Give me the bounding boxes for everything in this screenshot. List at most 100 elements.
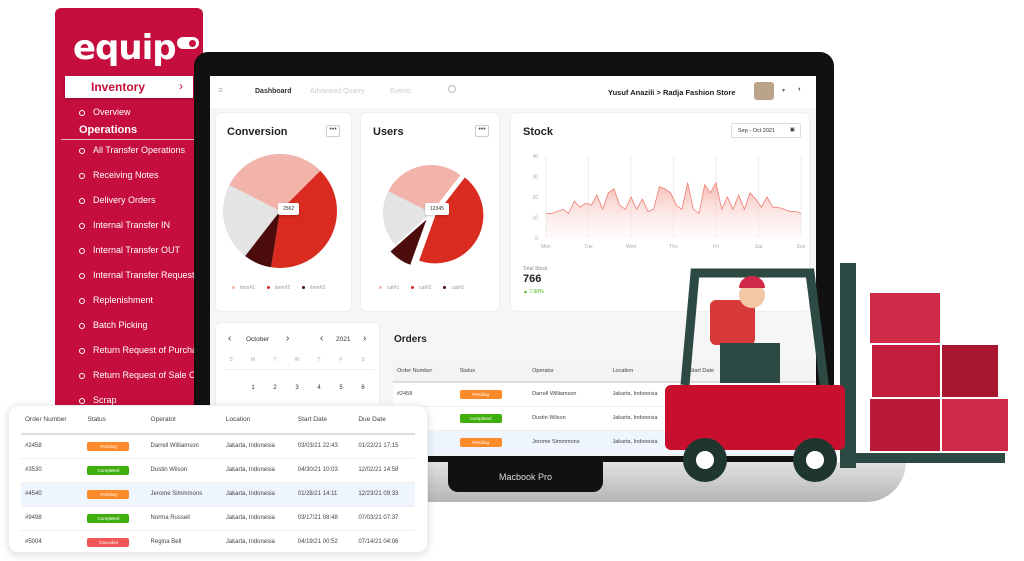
tab-dashboard[interactable]: Dashboard [255,88,292,95]
column-header: Operator [146,406,222,435]
sidebar-item[interactable]: Replenishment [79,295,153,305]
calendar-day[interactable]: 5 [334,385,348,391]
calendar-day[interactable]: 2 [268,385,282,391]
sidebar-item[interactable]: Delivery Orders [79,195,156,205]
users-pie [383,165,484,265]
table-cell: 03/03/21 22:43 [293,434,355,459]
x-tick-label: Tue [584,244,593,250]
table-cell: Jakarta, Indonesia [221,434,294,459]
y-tick-label: 40 [532,154,538,160]
x-tick-label: Mon [541,244,551,250]
top-bar: ≡ Dashboard Advanced Quarry Events Yusuf… [210,76,816,108]
weekday: T [317,357,321,363]
sidebar-item[interactable]: Internal Transfer OUT [79,245,180,255]
column-header: Start Date [293,406,355,435]
prev-year-button[interactable]: ‹ [320,333,323,344]
column-header: Status [83,406,147,435]
sidebar-item[interactable]: Batch Picking [79,320,148,330]
status-badge: Completed [87,513,130,523]
table-row[interactable]: #9498 Completed Norma Russell Jakarta, Indo… [21,506,415,531]
forklift-illustration [665,263,1008,482]
legend: cat#1 cat#2 cat#3 [379,285,476,291]
search-icon[interactable] [448,85,456,93]
sidebar-item-inventory[interactable]: Inventory › [65,76,193,98]
status-badge: Pending [459,389,502,399]
y-tick-label: 0 [535,236,538,242]
sidebar: equip Inventory › Overview Operations All… [55,8,203,416]
x-tick-label: Sun [797,244,806,250]
table-cell: Norma Russell [146,506,222,531]
next-month-button[interactable]: › [286,333,289,344]
weekday: S [361,357,365,363]
next-year-button[interactable]: › [363,333,366,344]
more-icon[interactable]: ••• [475,125,489,137]
sidebar-item-overview[interactable]: Overview [79,107,131,117]
table-row[interactable]: #4540Pending Jerome SimmmonsJakarta, Indo… [21,482,415,507]
tab-advanced-quarry[interactable]: Advanced Quarry [310,88,364,95]
calendar-icon: ▣ [789,127,795,133]
sidebar-item[interactable]: Internal Transfer IN [79,220,170,230]
table-cell: Jakarta, Indonesia [221,458,294,483]
stock-change: ▲ 7.00% [523,289,544,295]
more-icon[interactable]: ••• [326,125,340,137]
weekday: W [294,357,300,363]
prev-month-button[interactable]: ‹ [228,333,231,344]
calendar-month: October [246,336,270,343]
table-row[interactable]: #3530Completed Dustin WilsonJakarta, Indo… [21,458,415,483]
laptop-label: Macbook Pro [448,462,603,492]
sidebar-item[interactable]: Return Request of Purchasi [79,345,203,355]
conversion-card: Conversion ••• 2562 item#1 item#2 item#3 [215,112,352,312]
chevron-down-icon[interactable]: ▾ [782,87,785,94]
table-cell: Jakarta, Indonesia [221,530,294,555]
column-header: Due Date [354,406,415,435]
weekday: T [273,357,277,363]
calendar-day[interactable]: 4 [312,385,326,391]
avatar[interactable] [754,82,774,100]
sidebar-toggle[interactable] [177,37,199,49]
sidebar-item[interactable]: Receiving Notes [79,170,159,180]
sidebar-item[interactable]: Scrap [79,395,117,405]
x-tick-label: Wed [626,244,636,250]
table-cell: Jerome Simmmons [528,430,609,455]
table-cell: #4540 [21,482,84,507]
status-badge: Pending [87,489,130,499]
y-tick-label: 20 [532,195,538,201]
x-tick-label: Sat [755,244,763,250]
calendar-day[interactable]: 1 [246,385,260,391]
table-cell: Dustin Wilson [528,406,609,431]
calendar-day[interactable]: 6 [356,385,370,391]
table-cell: #9498 [21,506,84,531]
table-cell: 12/02/21 14:58 [354,458,415,483]
table-cell: #3530 [21,458,84,483]
sidebar-item[interactable]: Internal Transfer Request [79,270,195,280]
status-badge: Canceled [87,537,130,547]
logo: equip [73,28,177,68]
x-tick-label: Thu [669,244,678,250]
sidebar-item[interactable]: Return Request of Sale Ord [79,370,203,380]
calendar-day[interactable]: 3 [290,385,304,391]
table-cell: 07/03/21 07:37 [354,506,415,531]
table-row[interactable]: #2458 Pending Darrell Williamson Jakarta, I… [21,434,415,459]
pie-tooltip: 2562 [278,203,300,215]
floating-orders-table: Order Number Status Operator Location Start … [8,405,428,555]
card-title: Conversion [227,126,288,138]
table-cell: Jakarta, Indonesia [221,506,294,531]
table-cell: 12/23/21 09:33 [354,482,415,507]
section-operations: Operations [79,124,138,136]
y-tick-label: 10 [532,216,538,222]
table-cell: #2458 [393,382,456,407]
table-row[interactable]: #5004 Canceled Regina Bell Jakarta, Indones… [21,530,415,555]
theme-icon[interactable]: ◐ [798,86,802,93]
tab-events[interactable]: Events [390,88,411,95]
weekday: S [229,357,233,363]
date-range-picker[interactable]: Sep - Oct 2021 ▣ [731,123,801,138]
sidebar-item[interactable]: All Transfer Operations [79,145,185,155]
column-header: Order Number [21,406,84,435]
legend: item#1 item#2 item#3 [232,285,337,291]
conversion-pie [223,154,337,268]
pie-tooltip: 12345 [425,203,449,215]
menu-icon[interactable]: ≡ [218,85,223,95]
x-tick-label: Fri [713,244,719,250]
user-store[interactable]: Yusuf Anazili > Radja Fashion Store [608,88,735,97]
table-cell: 01/22/21 17:15 [354,434,415,459]
